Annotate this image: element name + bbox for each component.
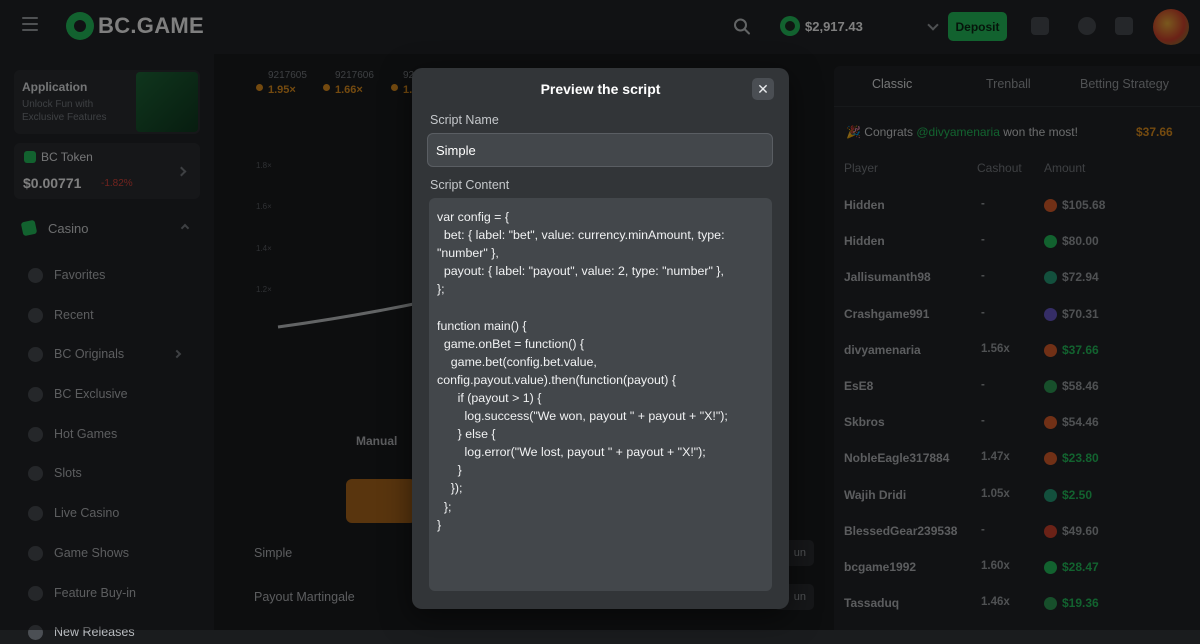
script-content-label: Script Content: [430, 178, 510, 192]
close-button[interactable]: ✕: [752, 78, 774, 100]
modal-title: Preview the script: [540, 81, 661, 97]
script-name-label: Script Name: [430, 113, 499, 127]
script-content-box[interactable]: var config = { bet: { label: "bet", valu…: [429, 198, 772, 591]
preview-script-modal: Preview the script ✕ Script Name Script …: [412, 68, 789, 609]
script-name-input[interactable]: [427, 133, 773, 167]
script-content-text: var config = { bet: { label: "bet", valu…: [437, 210, 728, 532]
